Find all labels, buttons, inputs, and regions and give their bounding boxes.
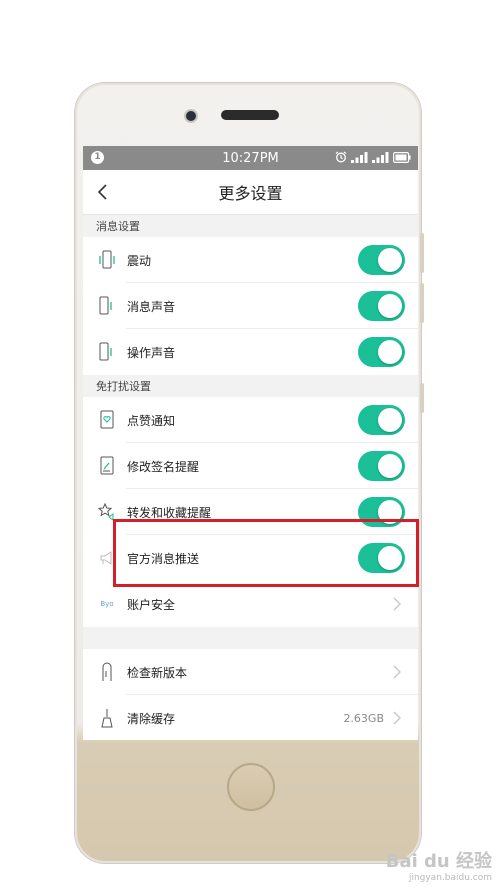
setting-row-check-update[interactable]: 检查新版本 [83,649,418,695]
page-title: 更多设置 [218,184,283,203]
nav-bar: 更多设置 [83,170,418,215]
megaphone-icon [97,547,117,569]
vibrate-toggle[interactable] [358,245,405,275]
operation-sound-toggle[interactable] [358,337,405,367]
setting-label: 点赞通知 [127,413,176,428]
setting-label: 震动 [127,253,152,268]
setting-row-account-security[interactable]: Byo 账户安全 [83,581,418,627]
setting-label: 账户安全 [127,597,176,612]
front-camera [186,111,196,121]
section-header-message: 消息设置 [83,215,418,237]
section-spacer [83,627,418,649]
status-icons [335,151,411,163]
official-push-toggle[interactable] [358,543,405,573]
setting-row-clear-cache[interactable]: 清除缓存 2.63GB [83,695,418,740]
alarm-icon [335,151,347,163]
setting-row-message-sound[interactable]: 消息声音 [83,283,418,329]
section-title: 免打扰设置 [96,380,151,393]
setting-label: 转发和收藏提醒 [127,505,212,520]
like-notify-toggle[interactable] [358,405,405,435]
section-header-dnd: 免打扰设置 [83,375,418,397]
home-button[interactable] [227,763,275,811]
signal-icon [351,151,368,163]
cache-size: 2.63GB [343,711,384,725]
account-icon: Byo [97,593,117,615]
setting-label: 消息声音 [127,299,176,314]
toggle-knob [378,294,402,318]
message-sound-toggle[interactable] [358,291,405,321]
star-share-icon [97,501,117,523]
toggle-knob [378,454,402,478]
chevron-right-icon [393,597,401,611]
setting-label: 官方消息推送 [127,551,200,566]
setting-row-vibrate[interactable]: 震动 [83,237,418,283]
setting-row-signature-remind[interactable]: 修改签名提醒 [83,443,418,489]
phone-vibrate-icon [97,249,117,271]
screen: 1 10:27PM 更多设置 消息设置 震动 消息声音 操作声音 免打扰设置 点… [83,146,418,740]
signal-2-icon [372,151,389,163]
setting-label: 操作声音 [127,345,176,360]
broom-icon [97,707,117,729]
chevron-right-icon [393,711,401,725]
volume-button [420,233,424,273]
back-arrow-icon[interactable] [93,182,113,202]
status-bar: 1 10:27PM [83,146,418,170]
setting-label: 清除缓存 [127,711,176,726]
power-button [420,283,424,323]
phone-sound-icon [97,341,117,363]
setting-row-forward-remind[interactable]: 转发和收藏提醒 [83,489,418,535]
update-icon [97,661,117,683]
setting-label: 检查新版本 [127,665,188,680]
section-title: 消息设置 [96,220,140,233]
status-time: 10:27PM [222,150,279,166]
setting-row-official-push[interactable]: 官方消息推送 [83,535,418,581]
setting-label: 修改签名提醒 [127,459,200,474]
toggle-knob [378,500,402,524]
toggle-knob [378,248,402,272]
side-button [420,383,424,413]
toggle-knob [378,546,402,570]
earpiece-speaker [221,110,279,120]
signature-remind-toggle[interactable] [358,451,405,481]
chevron-right-icon [393,665,401,679]
battery-icon [393,151,411,163]
heart-phone-icon [97,409,117,431]
account-icon-text: Byo [100,600,114,608]
watermark-url: jingyan.baidu.com [408,872,492,883]
notification-icon: 1 [91,151,104,164]
setting-row-operation-sound[interactable]: 操作声音 [83,329,418,375]
watermark: Bai du 经验 jingyan.baidu.com [385,850,492,883]
toggle-knob [378,340,402,364]
watermark-logo: Bai du 经验 [385,850,492,872]
phone-sound-icon [97,295,117,317]
forward-remind-toggle[interactable] [358,497,405,527]
setting-row-like-notify[interactable]: 点赞通知 [83,397,418,443]
edit-phone-icon [97,455,117,477]
toggle-knob [378,408,402,432]
